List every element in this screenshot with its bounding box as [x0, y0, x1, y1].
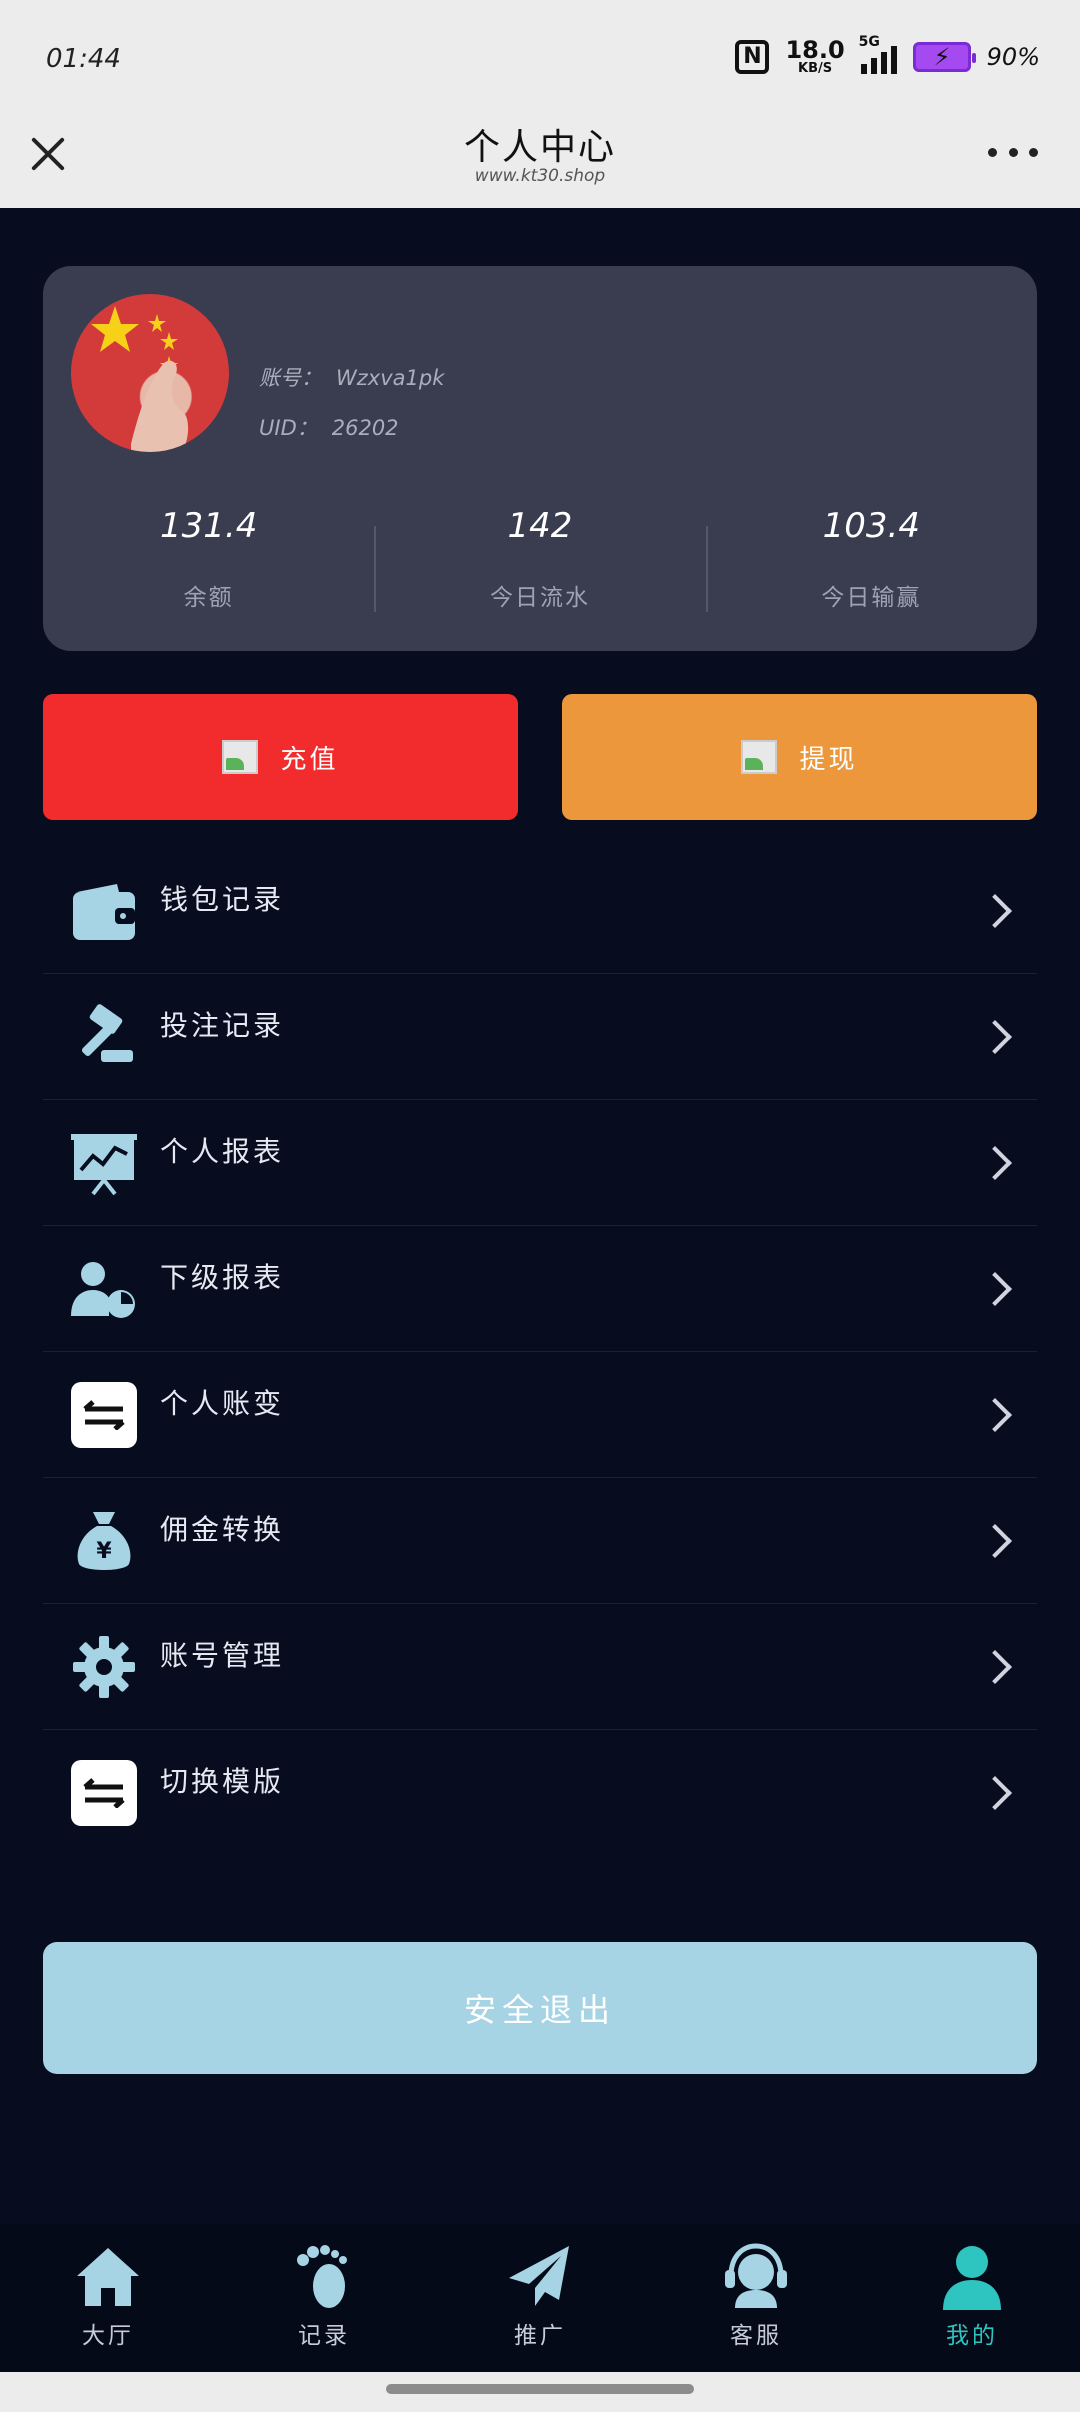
chart-board-icon [71, 1130, 137, 1196]
nav-customer-service[interactable]: 客服 [648, 2224, 864, 2372]
menu-item-account-changes[interactable]: 个人账变 [43, 1352, 1037, 1478]
gesture-bar[interactable] [386, 2384, 694, 2394]
stat-label: 今日流水 [489, 585, 590, 611]
gavel-icon [71, 1003, 137, 1070]
chevron-right-icon [978, 1019, 1012, 1054]
page-url: www.kt30.shop [474, 166, 606, 186]
status-indicators: N 18.0 KB/S 5G ⚡ 90% [735, 34, 1040, 75]
withdraw-button[interactable]: 提现 [562, 694, 1037, 820]
nav-records[interactable]: 记录 [216, 2224, 432, 2372]
stat-value: 103.4 [822, 506, 920, 546]
recharge-label: 充值 [280, 744, 339, 775]
logout-button[interactable]: 安全退出 [43, 1942, 1037, 2074]
battery-percent: 90% [986, 42, 1040, 71]
stat-label: 余额 [183, 585, 234, 611]
stat-value: 142 [507, 506, 573, 546]
menu-item-label: 佣金转换 [160, 1513, 285, 1546]
money-bag-icon: ¥ [71, 1508, 137, 1574]
menu-item-label: 账号管理 [160, 1639, 285, 1672]
menu-item-label: 下级报表 [160, 1261, 285, 1294]
menu-list: 钱包记录 投注记录 个人报表 下级报表 个人账变 ¥ 佣金转换 账号管理 切换模… [43, 848, 1037, 1856]
user-icon [943, 2246, 1001, 2310]
stat-balance: 131.4 余额 [43, 506, 374, 626]
menu-item-bet-records[interactable]: 投注记录 [43, 974, 1037, 1100]
menu-item-commission-convert[interactable]: ¥ 佣金转换 [43, 1478, 1037, 1604]
chevron-right-icon [978, 1145, 1012, 1180]
menu-item-label: 切换模版 [160, 1765, 285, 1798]
menu-item-account-management[interactable]: 账号管理 [43, 1604, 1037, 1730]
menu-item-personal-report[interactable]: 个人报表 [43, 1100, 1037, 1226]
menu-item-label: 个人账变 [160, 1387, 285, 1420]
broken-image-icon [222, 740, 259, 774]
network-speed-value: 18.0 [785, 36, 845, 64]
nav-label: 大厅 [82, 2323, 134, 2349]
chevron-right-icon [978, 893, 1012, 928]
stat-label: 今日输赢 [821, 585, 922, 611]
nav-promotion[interactable]: 推广 [432, 2224, 648, 2372]
uid-value: 26202 [331, 416, 399, 440]
menu-item-label: 投注记录 [160, 1009, 285, 1042]
stat-value: 131.4 [159, 506, 258, 546]
paper-plane-icon [509, 2246, 569, 2306]
user-pie-icon [71, 1256, 137, 1322]
chevron-right-icon [978, 1523, 1012, 1558]
menu-item-wallet-records[interactable]: 钱包记录 [43, 848, 1037, 974]
status-bar: 01:44 N 18.0 KB/S 5G ⚡ 90% [0, 0, 1080, 118]
recharge-button[interactable]: 充值 [43, 694, 518, 820]
wallet-icon [71, 878, 137, 944]
gear-icon [71, 1634, 137, 1700]
chevron-right-icon [978, 1649, 1012, 1684]
withdraw-label: 提现 [799, 744, 858, 775]
page-header: 个人中心 www.kt30.shop [0, 118, 1080, 208]
account-line: 账号： Wzxva1pk [259, 362, 444, 392]
network-speed-unit: KB/S [798, 61, 833, 76]
broken-image-icon [741, 740, 778, 774]
chevron-right-icon [978, 1397, 1012, 1432]
menu-item-label: 钱包记录 [160, 883, 285, 916]
stats-row: 131.4 余额 142 今日流水 103.4 今日输赢 [43, 506, 1037, 626]
signal-icon: 5G [859, 34, 897, 74]
nav-mine[interactable]: 我的 [864, 2224, 1080, 2372]
uid-label: UID： [259, 416, 318, 440]
nav-label: 客服 [730, 2323, 782, 2349]
network-speed: 18.0 KB/S [785, 38, 844, 75]
more-options-button[interactable] [988, 144, 1038, 160]
nav-label: 记录 [298, 2323, 350, 2349]
stat-today-winloss: 103.4 今日输赢 [705, 506, 1037, 626]
network-type: 5G [858, 33, 880, 50]
nav-label: 我的 [946, 2323, 998, 2349]
stat-today-turnover: 142 今日流水 [374, 506, 705, 626]
menu-item-label: 个人报表 [160, 1135, 285, 1168]
chevron-right-icon [978, 1271, 1012, 1306]
home-icon [77, 2248, 139, 2306]
account-label: 账号： [259, 366, 322, 390]
status-time: 01:44 [46, 44, 121, 74]
nav-lobby[interactable]: 大厅 [0, 2224, 216, 2372]
nav-label: 推广 [514, 2323, 566, 2349]
battery-icon: ⚡ [912, 41, 976, 72]
menu-item-switch-template[interactable]: 切换模版 [43, 1730, 1037, 1856]
svg-text:¥: ¥ [96, 1539, 112, 1564]
footprint-icon [297, 2245, 347, 2308]
page-title: 个人中心 [463, 127, 616, 168]
account-value: Wzxva1pk [336, 366, 445, 390]
swap-icon [71, 1381, 137, 1448]
bottom-nav: 大厅 记录 推广 客服 我的 [0, 2224, 1080, 2372]
headset-icon [725, 2243, 787, 2308]
profile-card: 账号： Wzxva1pk UID： 26202 131.4 余额 142 今日流水 … [43, 266, 1037, 651]
swap-icon [71, 1760, 137, 1826]
avatar[interactable] [71, 294, 229, 452]
menu-item-subordinate-report[interactable]: 下级报表 [43, 1226, 1037, 1352]
nfc-icon: N [735, 39, 770, 74]
uid-line: UID： 26202 [259, 412, 399, 442]
chevron-right-icon [978, 1776, 1012, 1810]
